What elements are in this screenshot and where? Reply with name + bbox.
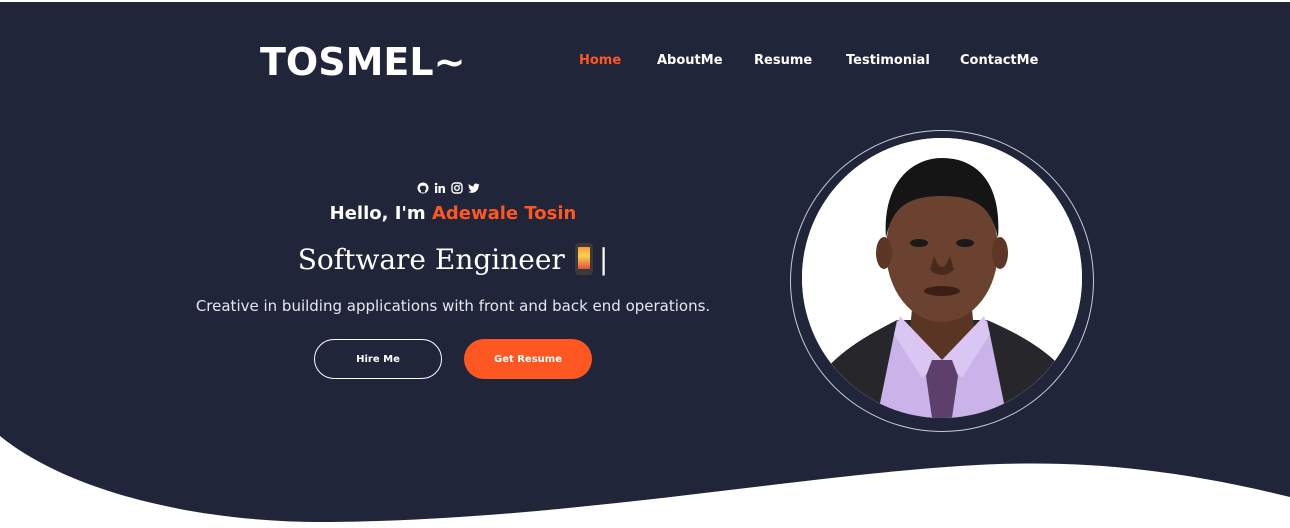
greeting-text: Hello, I'm (329, 203, 432, 224)
hero-section: TOSMEL~ Home AboutMe Resume Testimonial … (0, 0, 1290, 528)
hire-me-button[interactable]: Hire Me (314, 339, 442, 379)
profile-photo (802, 138, 1082, 418)
nav-resume[interactable]: Resume (754, 52, 812, 70)
instagram-icon[interactable] (451, 182, 463, 194)
greeting-heading: Hello, I'm Adewale Tosin (0, 203, 906, 224)
linkedin-icon[interactable] (434, 182, 446, 194)
nav-home[interactable]: Home (579, 52, 621, 70)
social-links (417, 181, 480, 195)
site-logo[interactable]: TOSMEL~ (260, 40, 465, 84)
mobile-phone-icon (574, 243, 593, 275)
top-border (0, 0, 1290, 2)
nav-testimonial[interactable]: Testimonial (846, 52, 930, 70)
twitter-icon[interactable] (468, 182, 480, 194)
nav-contactme[interactable]: ContactMe (960, 52, 1038, 70)
github-icon[interactable] (417, 182, 429, 194)
typing-cursor: | (598, 243, 609, 276)
get-resume-button[interactable]: Get Resume (464, 339, 592, 379)
hero-tagline: Creative in building applications with f… (195, 297, 711, 315)
hero-name: Adewale Tosin (431, 203, 577, 224)
role-typewriter: Software Engineer | (0, 242, 906, 278)
nav-aboutme[interactable]: AboutMe (657, 52, 723, 70)
role-text: Software Engineer (297, 243, 565, 276)
